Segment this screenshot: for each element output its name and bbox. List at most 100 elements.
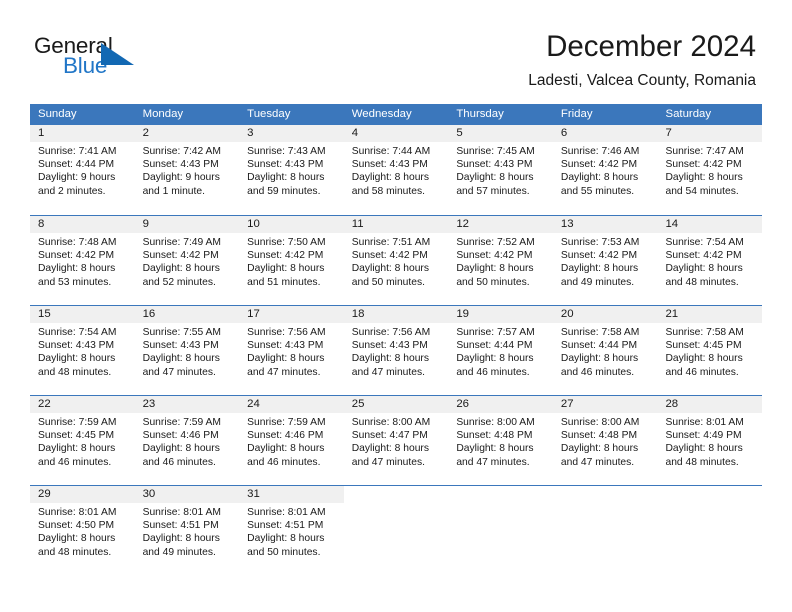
weekday-header-friday: Friday [560,108,593,120]
sunrise-text: Sunrise: 7:56 AM [351,327,431,338]
sunset-text: Sunset: 4:45 PM [665,340,742,352]
day-number: 2 [134,125,240,142]
day-cell[interactable]: 8 Sunrise: 7:48 AM Sunset: 4:42 PM Daylight… [30,216,135,305]
daylight-text: Daylight: 8 hours and 48 minutes. [665,443,743,468]
day-cell[interactable]: 13 Sunrise: 7:53 AM Sunset: 4:42 PM Dayligh… [552,216,658,305]
day-cell[interactable]: 26 Sunrise: 8:00 AM Sunset: 4:48 PM Dayligh… [448,396,553,485]
sunset-text: Sunset: 4:51 PM [142,520,219,532]
page-title: December 2024 [546,30,756,63]
day-cell[interactable]: 28 Sunrise: 8:01 AM Sunset: 4:49 PM Dayligh… [657,396,763,485]
sunset-text: Sunset: 4:46 PM [142,430,219,442]
day-cell[interactable]: 7 Sunrise: 7:47 AM Sunset: 4:42 PM Daylight… [657,125,763,215]
day-sun-info: Sunrise: 8:01 AM Sunset: 4:49 PM Daylight:… [657,413,762,469]
day-sun-info: Sunrise: 7:53 AM Sunset: 4:42 PM Daylight:… [553,233,658,289]
sunrise-text: Sunrise: 7:49 AM [142,237,221,248]
calendar-week-row: 1 Sunrise: 7:41 AM Sunset: 4:44 PM Daylight… [30,125,763,215]
day-cell[interactable]: 23 Sunrise: 7:59 AM Sunset: 4:46 PM Dayligh… [134,396,240,485]
day-cell[interactable]: 17 Sunrise: 7:56 AM Sunset: 4:43 PM Dayligh… [239,306,344,395]
day-number: 30 [134,486,240,503]
general-blue-logo[interactable]: General Blue [34,33,214,81]
day-cell[interactable]: 21 Sunrise: 7:58 AM Sunset: 4:45 PM Dayligh… [657,306,763,395]
daylight-text: Daylight: 8 hours and 47 minutes. [560,443,639,468]
day-number: 29 [30,486,135,503]
sunset-text: Sunset: 4:42 PM [665,159,742,171]
day-cell[interactable]: 30 Sunrise: 8:01 AM Sunset: 4:51 PM Dayligh… [134,486,240,575]
day-cell[interactable]: 27 Sunrise: 8:00 AM Sunset: 4:48 PM Dayligh… [552,396,658,485]
day-cell[interactable]: 20 Sunrise: 7:58 AM Sunset: 4:44 PM Dayligh… [552,306,658,395]
day-cell[interactable]: 2 Sunrise: 7:42 AM Sunset: 4:43 PM Daylight… [134,125,240,215]
sunset-text: Sunset: 4:43 PM [351,159,428,171]
sunrise-text: Sunrise: 7:59 AM [247,417,326,428]
day-sun-info: Sunrise: 8:00 AM Sunset: 4:48 PM Daylight:… [553,413,658,469]
page-subtitle: Ladesti, Valcea County, Romania [528,72,756,89]
day-cell[interactable]: 22 Sunrise: 7:59 AM Sunset: 4:45 PM Dayligh… [30,396,135,485]
day-cell[interactable]: 3 Sunrise: 7:43 AM Sunset: 4:43 PM Daylight… [239,125,344,215]
day-number [344,486,449,503]
day-sun-info: Sunrise: 7:45 AM Sunset: 4:43 PM Daylight:… [448,142,553,198]
sunset-text: Sunset: 4:43 PM [38,340,115,352]
daylight-text: Daylight: 8 hours and 47 minutes. [351,443,430,468]
calendar-grid: Sunday Monday Tuesday Wednesday Thursday Frid… [30,104,763,575]
sunrise-text: Sunrise: 7:42 AM [142,146,221,157]
day-cell[interactable]: 9 Sunrise: 7:49 AM Sunset: 4:42 PM Daylight… [134,216,240,305]
sunset-text: Sunset: 4:44 PM [560,340,638,352]
day-cell[interactable]: 29 Sunrise: 8:01 AM Sunset: 4:50 PM Dayligh… [30,486,135,575]
day-cell[interactable]: 11 Sunrise: 7:51 AM Sunset: 4:42 PM Dayligh… [343,216,449,305]
sunrise-text: Sunrise: 7:50 AM [247,237,326,248]
weekday-header-sunday: Sunday [38,108,77,120]
day-number: 18 [343,306,449,323]
day-sun-info: Sunrise: 7:46 AM Sunset: 4:42 PM Daylight:… [553,142,658,198]
day-number: 19 [448,306,553,323]
day-cell[interactable]: 14 Sunrise: 7:54 AM Sunset: 4:42 PM Dayligh… [657,216,763,305]
daylight-text: Daylight: 9 hours and 1 minute. [142,172,220,197]
day-cell[interactable]: 10 Sunrise: 7:50 AM Sunset: 4:42 PM Dayligh… [239,216,344,305]
sunrise-text: Sunrise: 7:54 AM [38,327,117,338]
sunrise-text: Sunrise: 7:52 AM [456,237,535,248]
day-cell[interactable]: 4 Sunrise: 7:44 AM Sunset: 4:43 PM Daylight… [343,125,449,215]
daylight-text: Daylight: 8 hours and 47 minutes. [247,353,325,378]
day-number: 10 [239,216,344,233]
weekday-header-tuesday: Tuesday [247,108,291,120]
sunset-text: Sunset: 4:43 PM [351,340,428,352]
calendar-week-row: 29 Sunrise: 8:01 AM Sunset: 4:50 PM Dayligh… [30,485,762,575]
sunrise-text: Sunrise: 7:59 AM [38,417,117,428]
sunset-text: Sunset: 4:42 PM [560,159,638,171]
daylight-text: Daylight: 8 hours and 52 minutes. [142,263,220,288]
sunset-text: Sunset: 4:43 PM [142,340,219,352]
day-number: 4 [343,125,449,142]
day-sun-info: Sunrise: 7:47 AM Sunset: 4:42 PM Daylight:… [657,142,762,198]
day-cell-empty [657,486,762,575]
day-cell[interactable]: 15 Sunrise: 7:54 AM Sunset: 4:43 PM Dayligh… [30,306,135,395]
day-cell[interactable]: 18 Sunrise: 7:56 AM Sunset: 4:43 PM Dayligh… [343,306,449,395]
day-cell[interactable]: 25 Sunrise: 8:00 AM Sunset: 4:47 PM Dayligh… [343,396,449,485]
sunrise-text: Sunrise: 7:47 AM [665,146,744,157]
sunset-text: Sunset: 4:44 PM [38,159,115,171]
day-cell-empty [553,486,658,575]
sunset-text: Sunset: 4:47 PM [351,430,428,442]
sunrise-text: Sunrise: 7:44 AM [351,146,431,157]
day-sun-info: Sunrise: 7:52 AM Sunset: 4:42 PM Daylight:… [448,233,553,289]
day-cell[interactable]: 6 Sunrise: 7:46 AM Sunset: 4:42 PM Daylight… [552,125,658,215]
day-cell[interactable]: 31 Sunrise: 8:01 AM Sunset: 4:51 PM Dayligh… [239,486,344,575]
day-cell[interactable]: 1 Sunrise: 7:41 AM Sunset: 4:44 PM Daylight… [30,125,135,215]
day-sun-info: Sunrise: 7:54 AM Sunset: 4:43 PM Daylight:… [30,323,135,379]
day-number: 22 [30,396,135,413]
sunset-text: Sunset: 4:42 PM [351,250,428,262]
day-cell[interactable]: 24 Sunrise: 7:59 AM Sunset: 4:46 PM Dayligh… [239,396,344,485]
sunset-text: Sunset: 4:43 PM [247,340,324,352]
day-number: 8 [30,216,135,233]
daylight-text: Daylight: 8 hours and 51 minutes. [247,263,325,288]
day-cell[interactable]: 12 Sunrise: 7:52 AM Sunset: 4:42 PM Dayligh… [448,216,553,305]
sunset-text: Sunset: 4:42 PM [247,250,324,262]
sunrise-text: Sunrise: 7:56 AM [247,327,326,338]
day-cell[interactable]: 19 Sunrise: 7:57 AM Sunset: 4:44 PM Dayligh… [448,306,553,395]
sunrise-text: Sunrise: 7:45 AM [456,146,535,157]
sunrise-text: Sunrise: 7:55 AM [142,327,221,338]
day-cell[interactable]: 5 Sunrise: 7:45 AM Sunset: 4:43 PM Daylight… [448,125,553,215]
calendar-week-row: 15 Sunrise: 7:54 AM Sunset: 4:43 PM Dayligh… [30,305,763,395]
day-number: 5 [448,125,553,142]
day-number: 31 [239,486,344,503]
day-number: 14 [657,216,763,233]
sunrise-text: Sunrise: 8:00 AM [456,417,535,428]
day-cell[interactable]: 16 Sunrise: 7:55 AM Sunset: 4:43 PM Dayligh… [134,306,240,395]
